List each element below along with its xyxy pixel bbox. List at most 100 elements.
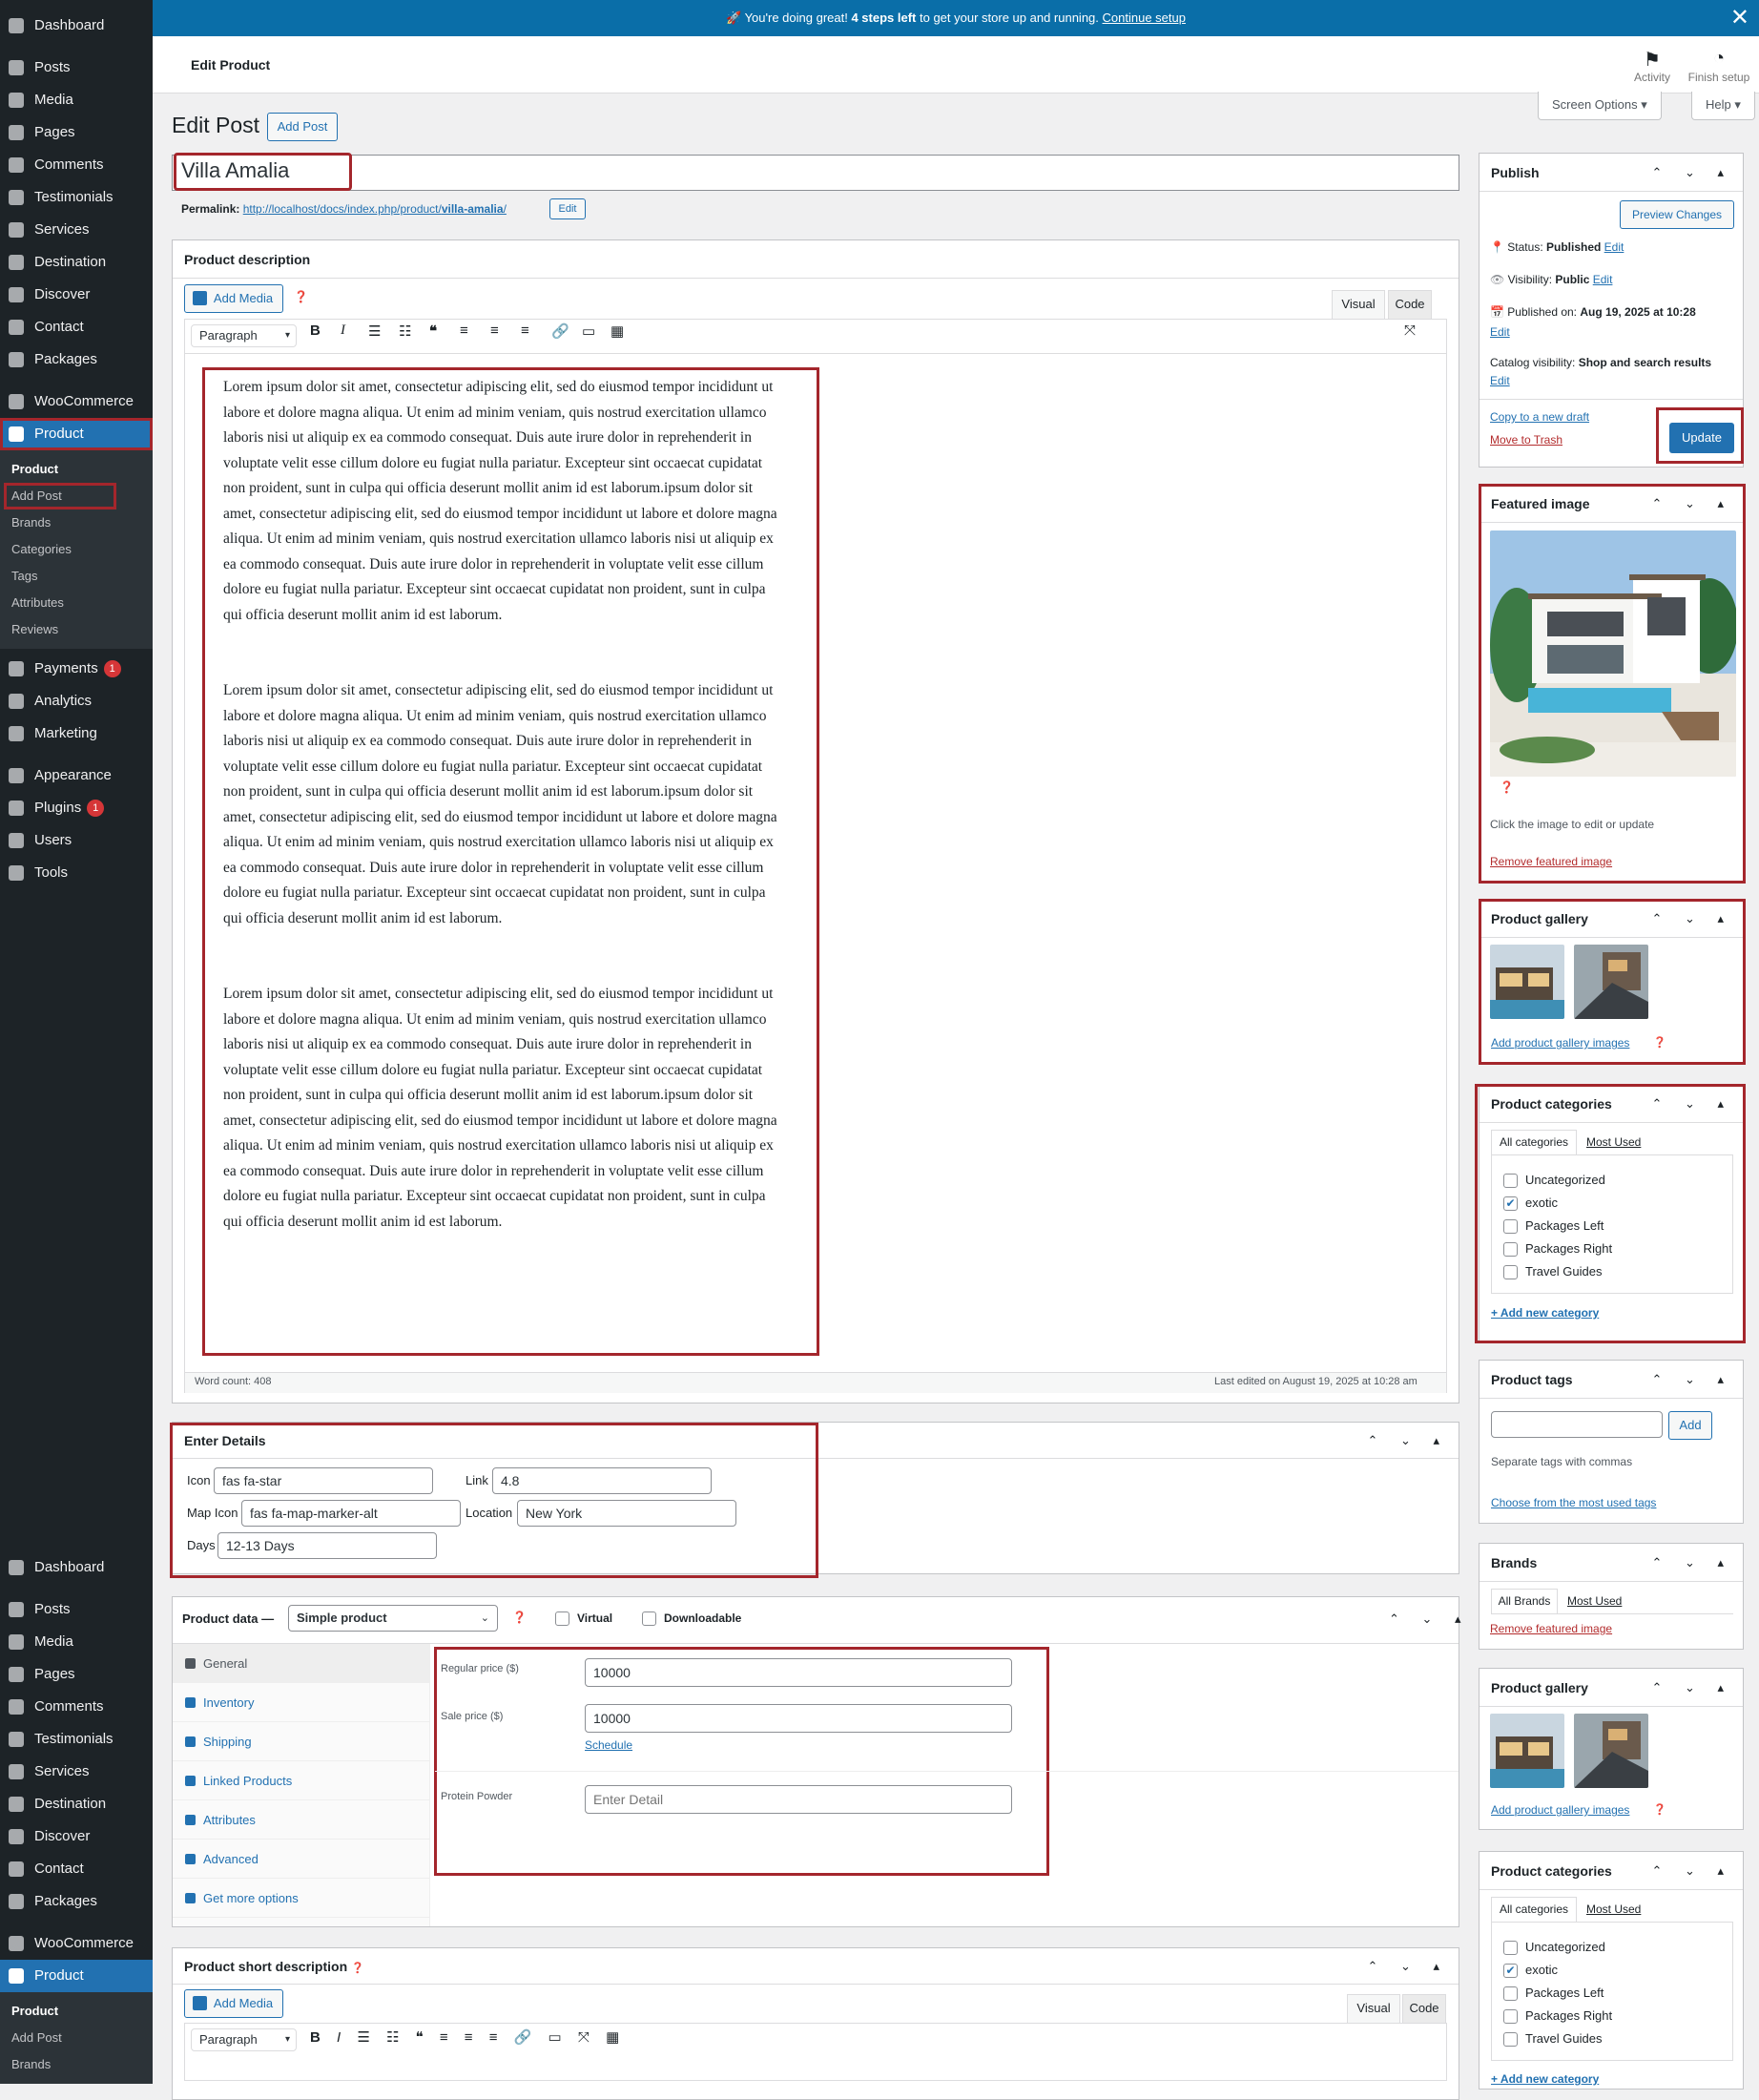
link-icon[interactable]: 🔗 (551, 322, 569, 340)
tab-inventory[interactable]: Inventory (173, 1683, 429, 1722)
box-controls-icon[interactable]: ⌃ ⌄ ▴ (1367, 1423, 1449, 1459)
featured-image[interactable] (1490, 530, 1736, 777)
link-icon[interactable]: 🔗 (514, 2029, 532, 2046)
menu-analytics[interactable]: Analytics (0, 685, 153, 717)
category-item[interactable]: Uncategorized (1503, 1169, 1721, 1192)
downloadable-checkbox[interactable]: Downloadable (642, 1611, 741, 1627)
tag-input[interactable] (1491, 1411, 1663, 1438)
screen-options-button[interactable]: Screen Options ▾ (1538, 92, 1662, 120)
remove-featured-image-link[interactable]: Remove featured image (1490, 855, 1612, 868)
submenu-brands[interactable]: Brands (0, 2051, 153, 2078)
menu-discover[interactable]: Discover (0, 1820, 153, 1853)
add-media-button[interactable]: Add Media (184, 284, 283, 313)
menu-comments[interactable]: Comments (0, 149, 153, 181)
menu-destination[interactable]: Destination (0, 246, 153, 279)
category-item[interactable]: Travel Guides (1503, 2027, 1721, 2050)
help-icon[interactable]: ❓ (294, 290, 308, 303)
quote-icon[interactable]: ❝ (416, 2029, 424, 2046)
tab-shipping[interactable]: Shipping (173, 1722, 429, 1761)
finish-setup-button[interactable]: ◔ Finish setup (1686, 48, 1752, 84)
permalink-edit-button[interactable]: Edit (549, 198, 586, 219)
menu-users[interactable]: Users (0, 824, 153, 857)
gallery-thumbnail[interactable] (1490, 1714, 1564, 1788)
menu-media[interactable]: Media (0, 84, 153, 116)
close-icon[interactable]: ✕ (1730, 0, 1749, 36)
align-right-icon[interactable]: ≡ (489, 2029, 498, 2046)
menu-comments[interactable]: Comments (0, 1691, 153, 1723)
italic-icon[interactable]: I (337, 2029, 341, 2046)
menu-testimonials[interactable]: Testimonials (0, 1723, 153, 1756)
menu-pages[interactable]: Pages (0, 116, 153, 149)
tab-all-categories[interactable]: All categories (1491, 1130, 1577, 1154)
menu-contact[interactable]: Contact (0, 311, 153, 343)
italic-icon[interactable]: I (341, 322, 345, 339)
gallery-thumbnail[interactable] (1490, 945, 1564, 1019)
add-media-button[interactable]: Add Media (184, 1989, 283, 2018)
menu-dashboard[interactable]: Dashboard (0, 1551, 153, 1584)
box-controls-icon[interactable]: ⌃ ⌄ ▴ (1651, 1852, 1733, 1890)
tab-attributes[interactable]: Attributes (173, 1800, 429, 1840)
tab-most-used[interactable]: Most Used (1586, 1135, 1641, 1149)
submenu-product[interactable]: Product (0, 456, 153, 483)
box-controls-icon[interactable]: ⌃ ⌄ ▴ (1651, 154, 1733, 192)
menu-packages[interactable]: Packages (0, 343, 153, 376)
virtual-checkbox[interactable]: Virtual (555, 1611, 612, 1627)
tab-most-used[interactable]: Most Used (1586, 1902, 1641, 1916)
read-more-icon[interactable]: ▭ (582, 322, 595, 340)
protein-powder-input[interactable] (585, 1785, 1012, 1814)
submenu-add-post[interactable]: Add Post (0, 2025, 153, 2051)
menu-posts[interactable]: Posts (0, 1593, 153, 1626)
published-edit-link[interactable]: Edit (1490, 325, 1510, 339)
permalink-link[interactable]: http://localhost/docs/index.php/product/… (243, 202, 507, 216)
menu-payments[interactable]: Payments 1 (0, 653, 153, 685)
tab-code[interactable]: Code (1388, 290, 1432, 319)
visibility-edit-link[interactable]: Edit (1593, 273, 1613, 286)
move-to-trash-link[interactable]: Move to Trash (1490, 433, 1562, 447)
menu-services[interactable]: Services (0, 1756, 153, 1788)
add-tag-button[interactable]: Add (1668, 1411, 1712, 1440)
menu-destination[interactable]: Destination (0, 1788, 153, 1820)
help-button[interactable]: Help ▾ (1691, 92, 1755, 120)
menu-testimonials[interactable]: Testimonials (0, 181, 153, 214)
activity-button[interactable]: ⚑ Activity (1619, 48, 1686, 84)
add-gallery-images-link[interactable]: Add product gallery images (1491, 1803, 1629, 1817)
tab-linked-products[interactable]: Linked Products (173, 1761, 429, 1800)
submenu-brands[interactable]: Brands (0, 509, 153, 536)
tab-visual[interactable]: Visual (1332, 290, 1385, 319)
add-gallery-images-link[interactable]: Add product gallery images (1491, 1036, 1629, 1050)
align-left-icon[interactable]: ≡ (460, 322, 468, 339)
sale-price-input[interactable]: 10000 (585, 1704, 1012, 1733)
category-item[interactable]: ✔ exotic (1503, 1192, 1721, 1215)
menu-appearance[interactable]: Appearance (0, 759, 153, 792)
add-new-category-link[interactable]: + Add new category (1491, 2072, 1599, 2086)
submenu-add-post[interactable]: Add Post (4, 483, 116, 509)
read-more-icon[interactable]: ▭ (548, 2029, 562, 2046)
submenu-tags[interactable]: Tags (0, 563, 153, 590)
preview-changes-button[interactable]: Preview Changes (1620, 200, 1734, 229)
gallery-thumbnail[interactable] (1574, 945, 1648, 1019)
tab-visual[interactable]: Visual (1347, 1994, 1400, 2023)
menu-product[interactable]: Product (0, 418, 153, 450)
submenu-product[interactable]: Product (0, 1998, 153, 2025)
menu-tools[interactable]: Tools (0, 857, 153, 889)
help-icon[interactable]: ❓ (351, 1963, 364, 1974)
link-input[interactable]: 4.8 (492, 1467, 712, 1494)
submenu-attributes[interactable]: Attributes (0, 590, 153, 616)
align-center-icon[interactable]: ≡ (490, 322, 499, 339)
choose-tags-link[interactable]: Choose from the most used tags (1491, 1496, 1656, 1509)
category-item[interactable]: ✔ exotic (1503, 1959, 1721, 1982)
fullscreen-icon[interactable]: ⤧ (578, 2029, 590, 2046)
menu-dashboard[interactable]: Dashboard (0, 10, 153, 42)
menu-posts[interactable]: Posts (0, 52, 153, 84)
regular-price-input[interactable]: 10000 (585, 1658, 1012, 1687)
schedule-link[interactable]: Schedule (585, 1738, 632, 1752)
days-input[interactable]: 12-13 Days (217, 1532, 437, 1559)
numbered-list-icon[interactable]: ☷ (399, 322, 411, 340)
copy-draft-link[interactable]: Copy to a new draft (1490, 410, 1589, 424)
toolbar-toggle-icon[interactable]: ▦ (606, 2029, 619, 2046)
map-icon-input[interactable]: fas fa-map-marker-alt (241, 1500, 461, 1527)
bold-icon[interactable]: B (310, 2029, 321, 2046)
update-button[interactable]: Update (1669, 423, 1734, 453)
add-post-button[interactable]: Add Post (267, 113, 338, 141)
format-select[interactable]: Paragraph ▾ (191, 2028, 297, 2051)
